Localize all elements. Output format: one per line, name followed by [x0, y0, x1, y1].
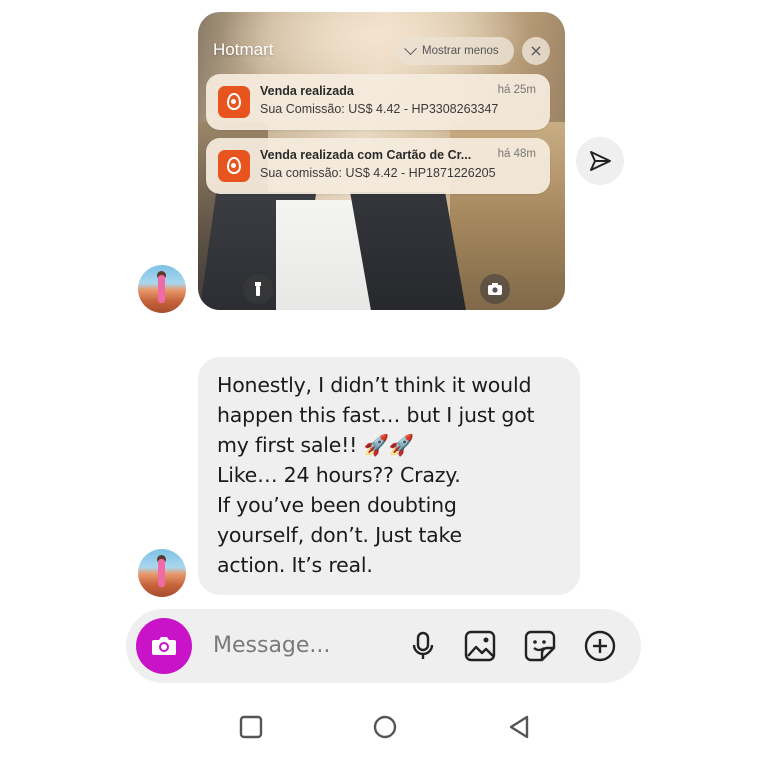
sender-avatar[interactable]	[138, 549, 186, 597]
image-message[interactable]: Hotmart Mostrar menos × Venda realizada …	[198, 12, 565, 310]
chevron-down-icon	[404, 41, 417, 55]
back-triangle-icon[interactable]	[506, 714, 532, 740]
camera-button[interactable]	[136, 618, 192, 674]
microphone-icon[interactable]	[406, 629, 440, 663]
recents-square-icon[interactable]	[238, 714, 264, 740]
message-line: happen this fast… but I just got	[217, 403, 535, 427]
close-notification-button[interactable]: ×	[522, 37, 550, 65]
hotmart-flame-icon	[218, 150, 250, 182]
message-line: yourself, don’t. Just take	[217, 523, 462, 547]
message-line: action. It’s real.	[217, 553, 373, 577]
flashlight-icon	[243, 274, 273, 304]
image-icon[interactable]	[463, 629, 497, 663]
plus-circle-icon[interactable]	[583, 629, 617, 663]
message-input[interactable]: Message...	[213, 633, 330, 658]
lockscreen-camera-icon	[480, 274, 510, 304]
notification-body: Sua comissão: US$ 4.42 - HP1871226205	[260, 166, 496, 180]
notification-card[interactable]: Venda realizada há 25m Sua Comissão: US$…	[206, 74, 550, 130]
message-line: my first sale!! 🚀🚀	[217, 433, 415, 457]
show-less-button[interactable]: Mostrar menos	[396, 37, 514, 65]
message-line: Like… 24 hours?? Crazy.	[217, 463, 461, 487]
show-less-label: Mostrar menos	[422, 45, 499, 57]
message-composer: Message...	[126, 609, 641, 683]
hotmart-flame-icon	[218, 86, 250, 118]
message-line: If you’ve been doubting	[217, 493, 457, 517]
message-line: Honestly, I didn’t think it would	[217, 373, 532, 397]
notification-header: Hotmart Mostrar menos ×	[198, 12, 565, 72]
text-message-bubble[interactable]: Honestly, I didn’t think it would happen…	[198, 357, 580, 595]
send-paper-plane-icon	[590, 151, 611, 171]
notification-title: Venda realizada com Cartão de Cr...	[260, 148, 472, 162]
camera-icon	[152, 637, 176, 655]
notification-time: há 48m	[497, 148, 536, 160]
sticker-icon[interactable]	[523, 629, 557, 663]
notification-card[interactable]: Venda realizada com Cartão de Cr... há 4…	[206, 138, 550, 194]
notification-app-name: Hotmart	[213, 40, 274, 59]
home-circle-icon[interactable]	[372, 714, 398, 740]
notification-body: Sua Comissão: US$ 4.42 - HP3308263347	[260, 102, 499, 116]
share-button[interactable]	[576, 137, 624, 185]
sender-avatar[interactable]	[138, 265, 186, 313]
notification-title: Venda realizada	[260, 84, 354, 98]
notification-time: há 25m	[497, 84, 536, 96]
